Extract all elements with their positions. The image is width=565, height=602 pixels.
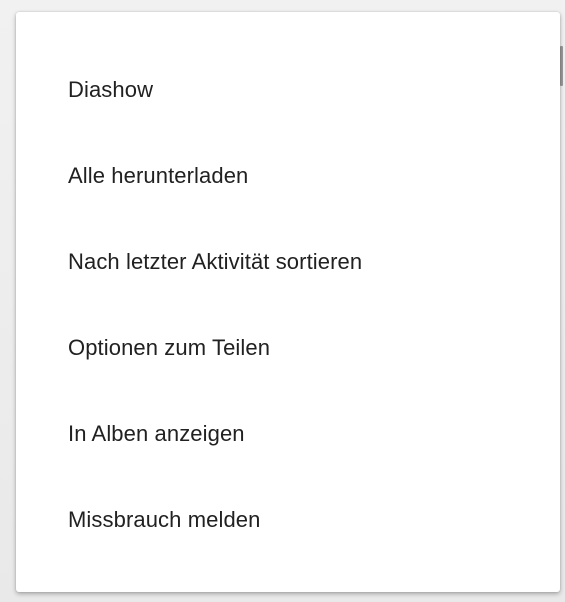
menu-item-label: Alle herunterladen [68, 163, 249, 188]
overflow-menu: Diashow Alle herunterladen Nach letzter … [16, 12, 560, 592]
menu-item-sharing-options[interactable]: Optionen zum Teilen [16, 316, 560, 402]
menu-item-label: Optionen zum Teilen [68, 335, 271, 360]
menu-item-sort-by-recent-activity[interactable]: Nach letzter Aktivität sortieren [16, 230, 560, 316]
menu-item-label: In Alben anzeigen [68, 421, 245, 446]
menu-item-slideshow[interactable]: Diashow [16, 58, 560, 144]
menu-item-label: Missbrauch melden [68, 507, 261, 532]
menu-item-label: Nach letzter Aktivität sortieren [68, 249, 363, 274]
menu-item-show-in-albums[interactable]: In Alben anzeigen [16, 402, 560, 488]
scrollbar-thumb[interactable] [560, 46, 563, 86]
menu-item-download-all[interactable]: Alle herunterladen [16, 144, 560, 230]
menu-item-label: Diashow [68, 77, 154, 102]
menu-item-report-abuse[interactable]: Missbrauch melden [16, 488, 560, 574]
